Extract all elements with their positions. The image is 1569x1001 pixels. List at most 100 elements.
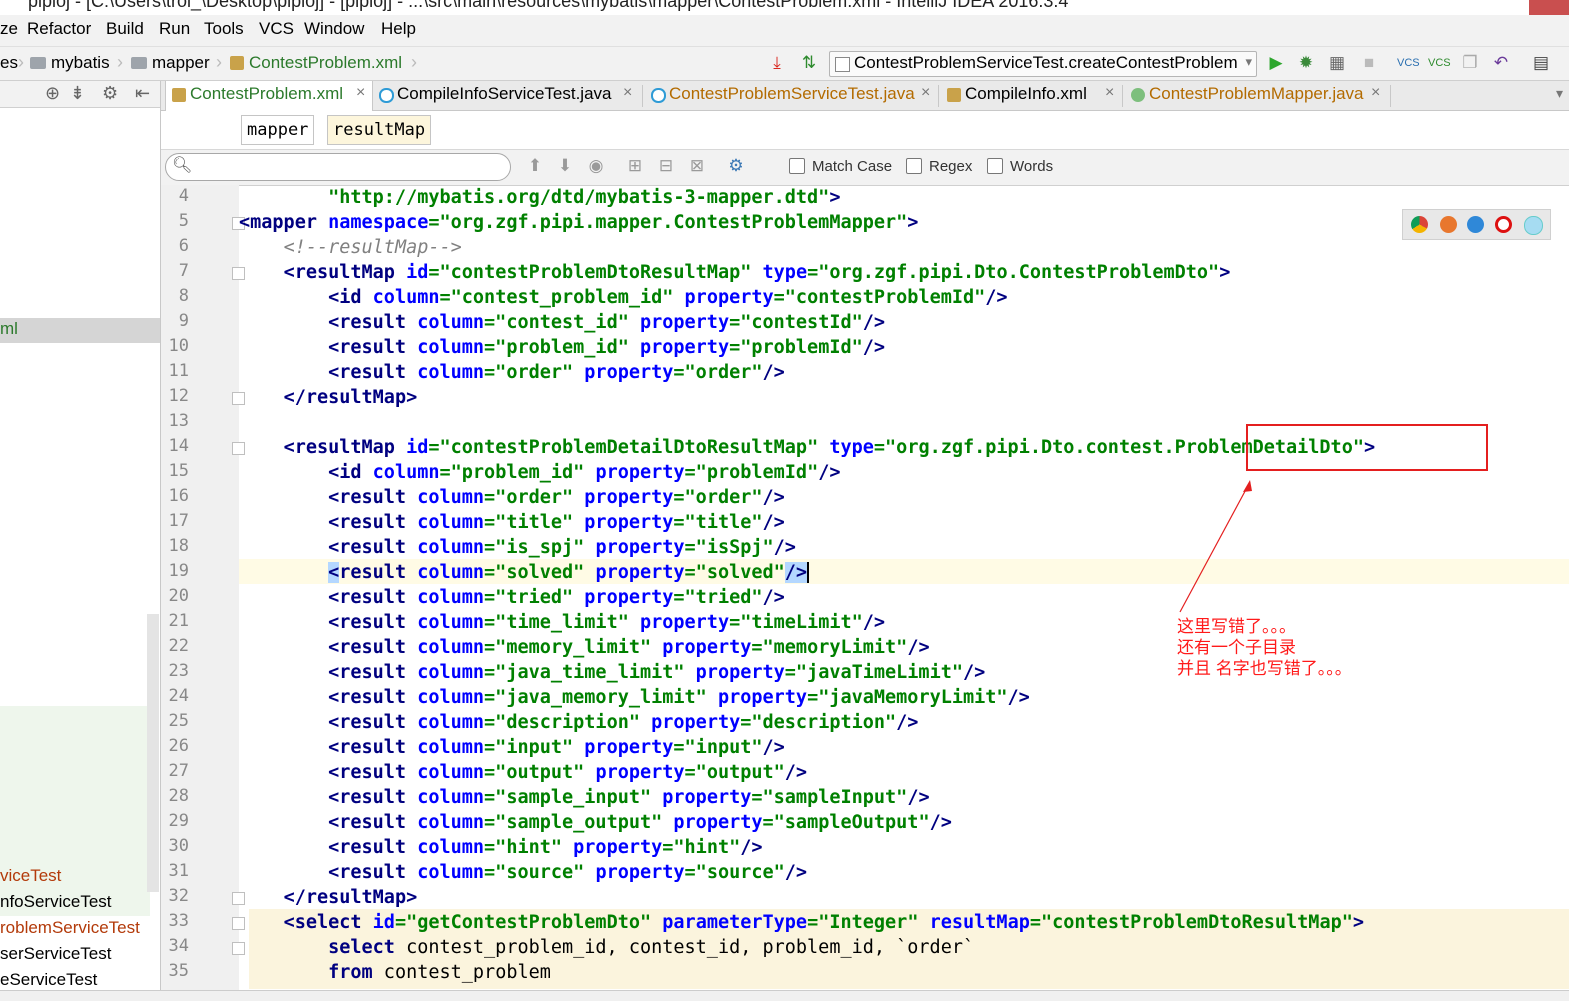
list-item-selected[interactable]: ml bbox=[0, 318, 160, 343]
list-item[interactable]: eServiceTest bbox=[0, 970, 97, 990]
firefox-icon[interactable] bbox=[1440, 216, 1457, 233]
chevron-down-icon[interactable]: ▾ bbox=[1556, 85, 1563, 102]
select-all-icon[interactable]: ⊠ bbox=[687, 156, 707, 176]
code-line[interactable]: <result column="hint" property="hint"/> bbox=[239, 835, 762, 860]
code-line[interactable]: <result column="tried" property="tried"/… bbox=[239, 585, 785, 610]
code-line[interactable]: <mapper namespace="org.zgf.pipi.mapper.C… bbox=[239, 210, 918, 235]
menu-help[interactable]: Help bbox=[381, 19, 416, 39]
gear-icon[interactable]: ⚙ bbox=[726, 156, 746, 176]
code-line[interactable]: <result column="sample_output" property=… bbox=[239, 810, 952, 835]
close-icon[interactable]: × bbox=[1105, 84, 1114, 102]
regex-checkbox[interactable] bbox=[906, 158, 922, 174]
code-line[interactable]: </resultMap> bbox=[239, 385, 418, 410]
crumb-file[interactable]: ContestProblem.xml bbox=[230, 53, 402, 73]
code-line[interactable]: <result column="is_spj" property="isSpj"… bbox=[239, 535, 796, 560]
download-icon[interactable]: ⤓ bbox=[766, 52, 788, 74]
code-editor[interactable]: "http://mybatis.org/dtd/mybatis-3-mapper… bbox=[239, 185, 1569, 990]
breadcrumb-mapper[interactable]: mapper bbox=[241, 115, 315, 145]
code-line[interactable]: <result column="order" property="order"/… bbox=[239, 360, 785, 385]
find-all-icon[interactable]: ◉ bbox=[586, 156, 606, 176]
safari-icon[interactable] bbox=[1467, 216, 1484, 233]
tab-compileinfo-xml[interactable]: CompileInfo.xml × bbox=[941, 81, 1123, 110]
minimize-button[interactable] bbox=[1433, 0, 1481, 15]
revert-icon[interactable]: ↶ bbox=[1490, 52, 1512, 74]
compare-icon[interactable]: ❐ bbox=[1459, 52, 1481, 74]
tab-contestproblemservicetest[interactable]: ContestProblemServiceTest.java × bbox=[645, 81, 939, 110]
code-line[interactable]: <id column="contest_problem_id" property… bbox=[239, 285, 1007, 310]
code-line[interactable]: <result column="order" property="order"/… bbox=[239, 485, 785, 510]
code-line[interactable]: <result column="memory_limit" property="… bbox=[239, 635, 929, 660]
code-line[interactable]: <result column="solved" property="solved… bbox=[239, 560, 810, 585]
sort-icon[interactable]: ⇅ bbox=[798, 52, 820, 74]
tab-compileinfoservicetest[interactable]: CompileInfoServiceTest.java × bbox=[373, 81, 643, 110]
arrow-down-icon[interactable]: ⬇ bbox=[555, 156, 575, 176]
code-line[interactable]: select contest_problem_id, contest_id, p… bbox=[239, 935, 974, 960]
menu-window[interactable]: Window bbox=[304, 19, 364, 39]
crumb-mybatis[interactable]: mybatis bbox=[30, 53, 110, 73]
menu-vcs[interactable]: VCS bbox=[259, 19, 294, 39]
maximize-button[interactable] bbox=[1481, 0, 1529, 15]
menu-run[interactable]: Run bbox=[159, 19, 190, 39]
tab-contestproblemmapper[interactable]: ContestProblemMapper.java × bbox=[1125, 81, 1391, 110]
stop-icon[interactable]: ■ bbox=[1358, 52, 1380, 74]
code-line[interactable]: <!--resultMap--> bbox=[239, 235, 462, 260]
code-line[interactable]: <result column="sample_input" property="… bbox=[239, 785, 929, 810]
close-icon[interactable]: × bbox=[623, 84, 632, 102]
menu-build[interactable]: Build bbox=[106, 19, 144, 39]
code-line[interactable]: <id column="problem_id" property="proble… bbox=[239, 460, 840, 485]
code-line[interactable]: <result column="input" property="input"/… bbox=[239, 735, 785, 760]
code-line[interactable]: <resultMap id="contestProblemDetailDtoRe… bbox=[239, 435, 1376, 460]
search-input[interactable]: 🔍︎ bbox=[165, 153, 511, 181]
close-icon[interactable]: × bbox=[356, 84, 365, 102]
code-line[interactable]: <result column="contest_id" property="co… bbox=[239, 310, 885, 335]
opera-icon[interactable] bbox=[1495, 216, 1512, 233]
list-item[interactable]: roblemServiceTest bbox=[0, 918, 140, 938]
code-line[interactable]: <resultMap id="contestProblemDtoResultMa… bbox=[239, 260, 1231, 285]
close-icon[interactable]: × bbox=[1371, 84, 1380, 102]
code-line[interactable]: <result column="java_memory_limit" prope… bbox=[239, 685, 1030, 710]
run-configuration-select[interactable]: ContestProblemServiceTest.createContestP… bbox=[829, 51, 1257, 77]
code-line[interactable]: </resultMap> bbox=[239, 885, 418, 910]
debug-icon[interactable]: ✹ bbox=[1295, 52, 1317, 74]
code-line[interactable]: <result column="title" property="title"/… bbox=[239, 510, 785, 535]
ie-icon[interactable] bbox=[1524, 216, 1543, 235]
close-icon[interactable]: × bbox=[921, 84, 930, 102]
match-case-checkbox[interactable] bbox=[789, 158, 805, 174]
code-line[interactable]: <result column="time_limit" property="ti… bbox=[239, 610, 885, 635]
code-line[interactable]: "http://mybatis.org/dtd/mybatis-3-mapper… bbox=[239, 185, 840, 210]
code-line[interactable]: <result column="description" property="d… bbox=[239, 710, 918, 735]
add-occurrence-icon[interactable]: ⊞ bbox=[625, 156, 645, 176]
code-line[interactable]: <result column="problem_id" property="pr… bbox=[239, 335, 885, 360]
list-item[interactable]: nfoServiceTest bbox=[0, 892, 112, 912]
scrollbar[interactable] bbox=[147, 614, 159, 892]
code-line[interactable]: <select id="getContestProblemDto" parame… bbox=[239, 910, 1364, 935]
project-structure-icon[interactable]: ▤ bbox=[1530, 52, 1552, 74]
collapse-icon[interactable]: ⇟ bbox=[70, 83, 85, 104]
hide-icon[interactable]: ⇤ bbox=[135, 83, 150, 104]
vcs-commit-icon[interactable]: VCS bbox=[1428, 52, 1451, 74]
vcs-update-icon[interactable]: VCS bbox=[1397, 52, 1420, 74]
list-item[interactable]: viceTest bbox=[0, 866, 61, 886]
tab-contestproblem-xml[interactable]: ContestProblem.xml × bbox=[165, 81, 373, 111]
code-line[interactable]: <result column="java_time_limit" propert… bbox=[239, 660, 985, 685]
crumb-resources[interactable]: es bbox=[0, 53, 18, 73]
gear-icon[interactable]: ⚙ bbox=[102, 83, 118, 104]
menu-refactor[interactable]: Refactor bbox=[27, 19, 91, 39]
menu-tools[interactable]: Tools bbox=[204, 19, 244, 39]
coverage-icon[interactable]: ▦ bbox=[1326, 52, 1348, 74]
arrow-up-icon[interactable]: ⬆ bbox=[525, 156, 545, 176]
code-line[interactable]: <result column="source" property="source… bbox=[239, 860, 807, 885]
code-line[interactable]: from contest_problem bbox=[239, 960, 551, 985]
list-item[interactable]: serServiceTest bbox=[0, 944, 111, 964]
words-checkbox[interactable] bbox=[987, 158, 1003, 174]
close-window-button[interactable] bbox=[1529, 0, 1569, 15]
code-line[interactable]: <result column="output" property="output… bbox=[239, 760, 807, 785]
target-icon[interactable]: ⊕ bbox=[45, 83, 60, 104]
run-icon[interactable]: ▶ bbox=[1265, 52, 1287, 74]
breadcrumb-resultmap[interactable]: resultMap bbox=[327, 115, 432, 145]
remove-occurrence-icon[interactable]: ⊟ bbox=[656, 156, 676, 176]
crumb-mapper[interactable]: mapper bbox=[131, 53, 210, 73]
search-icon[interactable]: 🔍︎ bbox=[172, 155, 192, 175]
chrome-icon[interactable] bbox=[1411, 216, 1428, 233]
menu-analyze[interactable]: ze bbox=[0, 19, 18, 39]
